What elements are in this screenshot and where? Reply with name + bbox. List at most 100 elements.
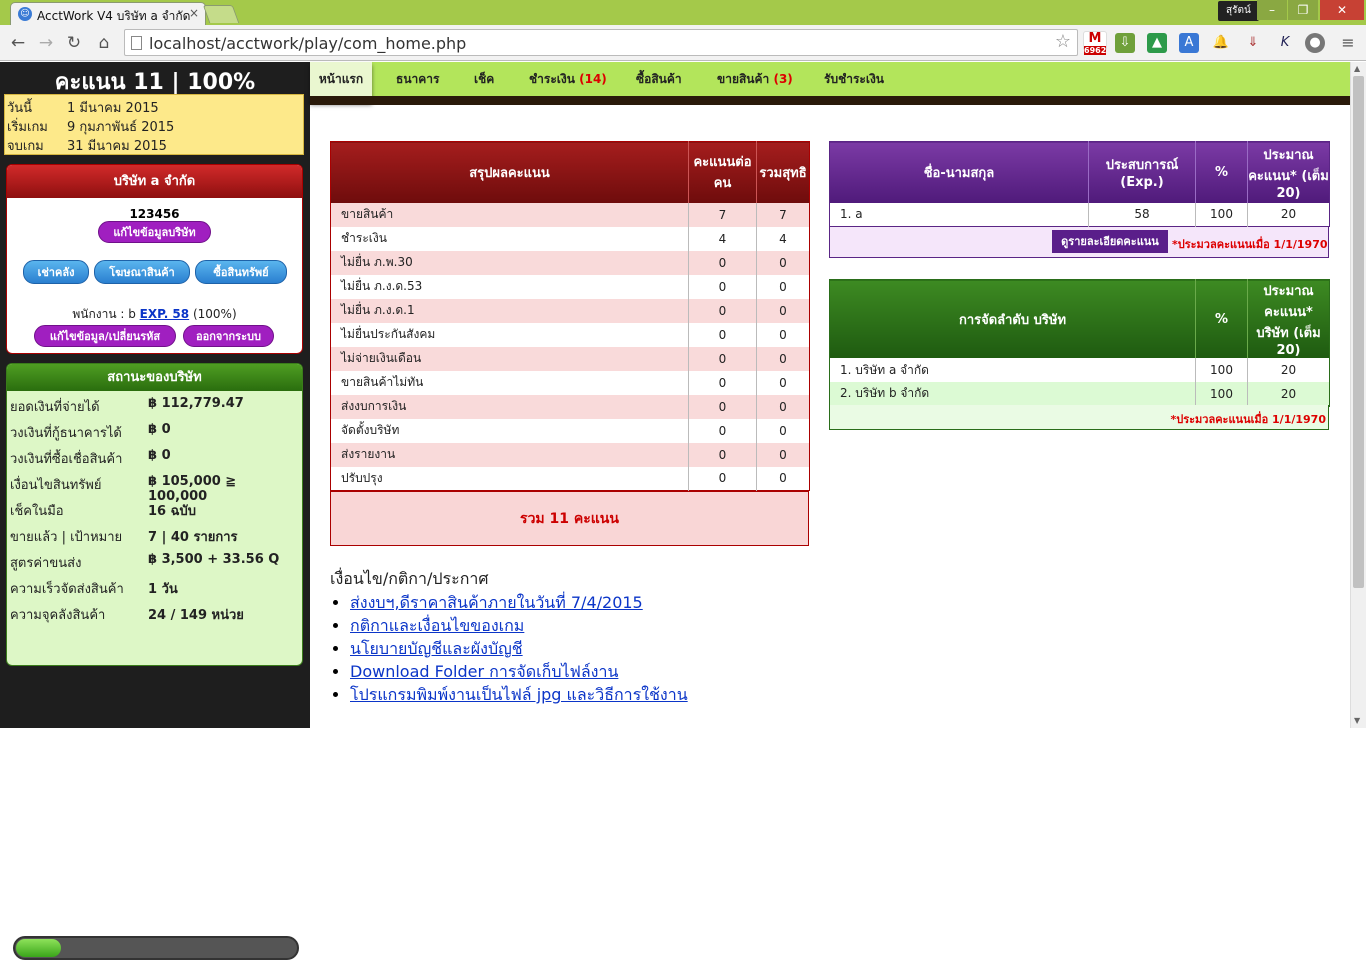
notice-link-submit-statements[interactable]: ส่งงบฯ,ดีราคาสินค้าภายในวันที่ 7/4/2015 [350,593,643,612]
window-maximize-button[interactable]: ❐ [1288,0,1318,20]
notices-title: เงื่อนไข/กติกา/ประกาศ [330,569,489,588]
status-label: สูตรค่าขนส่ง [10,556,82,571]
notice-link-download-folder[interactable]: Download Folder การจัดเก็บไฟล์งาน [350,662,618,681]
scroll-up-arrow-icon[interactable]: ▲ [1354,64,1360,73]
tab-title: AcctWork V4 บริษัท a จำกัด [37,9,191,23]
score-header-net: รวมสุทธิ [756,141,810,203]
table-cell: ไม่ยื่นประกันสังคม [330,322,689,347]
status-label: ยอดเงินที่จ่ายได้ [10,400,100,415]
menu-icon[interactable]: ≡ [1338,33,1358,53]
menu-item-payment[interactable]: ชำระเงิน (14) [529,62,607,96]
status-label: วงเงินที่กู้ธนาคารได้ [10,426,122,441]
staff-exp-link[interactable]: EXP. 58 [140,307,189,321]
window-minimize-button[interactable]: – [1257,0,1287,20]
status-value: ฿ 3,500 + 33.56 Q [148,552,280,567]
status-heading: สถานะของบริษัท [7,364,302,391]
edit-company-button[interactable]: แก้ไขข้อมูลบริษัท [98,221,211,243]
menu-item-bank[interactable]: ธนาคาร [396,62,439,96]
table-row: ขายสินค้าไม่ทัน 0 0 [330,370,810,395]
browser-user-name[interactable]: สุรัตน์ [1218,1,1259,21]
score-summary-table: สรุปผลคะแนน คะแนนต่อคน รวมสุทธิ ขายสินค้… [330,141,810,491]
table-cell: 7 [756,202,810,227]
url-text: localhost/acctwork/play/com_home.php [149,34,467,53]
table-cell: ส่งรายงาน [330,442,689,467]
reload-icon[interactable]: ↻ [62,31,86,55]
forward-arrow-icon[interactable]: → [34,31,58,55]
browser-tab-active[interactable]: ☺ AcctWork V4 บริษัท a จำกัด × [10,2,206,25]
extension-green-icon[interactable]: ⇩ [1115,33,1135,53]
browser-tab-strip: ☺ AcctWork V4 บริษัท a จำกัด × สุรัตน์ –… [0,0,1366,25]
table-cell: 0 [756,298,810,323]
notice-link-print-program[interactable]: โปรแกรมพิมพ์งานเป็นไฟล์ jpg และวิธีการใช… [350,685,688,704]
bell-icon[interactable]: 🔔 [1211,33,1231,53]
bookmark-star-icon[interactable]: ☆ [1055,31,1071,52]
page-scrollbar[interactable]: ▲ ▼ [1350,62,1366,728]
menu-item-sales[interactable]: ขายสินค้า (3) [717,62,793,96]
status-value: 24 / 149 หน่วย [148,608,244,623]
list-item: ส่งงบฯ,ดีราคาสินค้าภายในวันที่ 7/4/2015 [350,591,930,614]
payment-count-badge: (14) [579,72,607,86]
buy-assets-button[interactable]: ซื้อสินทรัพย์ [195,260,287,284]
table-cell: ไม่ยื่น ภ.ง.ด.1 [330,298,689,323]
gmail-icon[interactable]: M 6962 [1083,31,1107,55]
sidebar: คะแนน 11 | 100% วันนี้ 1 มีนาคม 2015 เริ… [0,62,310,960]
experience-table: ชื่อ-นามสกุล ประสบการณ์ (Exp.) % ประมาณค… [829,141,1330,227]
scroll-thumb[interactable] [1353,76,1364,588]
table-cell: ส่งงบการเงิน [330,394,689,419]
ranking-table: การจัดลำดับ บริษัท % ประมาณคะแนน* บริษัท… [829,279,1330,407]
extension-script-icon[interactable]: K [1275,33,1295,53]
table-cell: 0 [756,346,810,371]
table-row: ชำระเงิน 4 4 [330,226,810,251]
table-cell: 0 [688,370,757,395]
table-row: ส่งรายงาน 0 0 [330,442,810,467]
company-status-panel: สถานะของบริษัท ยอดเงินที่จ่ายได้ ฿ 112,77… [6,363,303,960]
notice-link-game-rules[interactable]: กติกาและเงื่อนไขของเกม [350,616,524,635]
status-value: ฿ 0 [148,422,171,437]
menu-divider [310,96,1350,105]
sales-count-badge: (3) [773,72,793,86]
rent-warehouse-button[interactable]: เช่าคลัง [23,260,89,284]
menu-item-purchase[interactable]: ซื้อสินค้า [636,62,682,96]
translate-icon[interactable]: A [1179,33,1199,53]
back-arrow-icon[interactable]: ← [6,31,30,55]
status-row: ความจุคลังสินค้า 24 / 149 หน่วย [10,604,300,628]
google-drive-icon[interactable]: ▲ [1147,33,1167,53]
download-icon[interactable]: ⇓ [1243,33,1263,53]
gmail-count-badge: 6962 [1084,46,1107,55]
exp-header-percent: % [1195,141,1248,203]
table-cell: 0 [756,370,810,395]
home-icon[interactable]: ⌂ [92,31,116,55]
status-label: ความเร็วจัดส่งสินค้า [10,582,124,597]
notice-link-accounting-policy[interactable]: นโยบายบัญชีและผังบัญชี [350,639,523,658]
browser-nav-bar: ← → ↻ ⌂ localhost/acctwork/play/com_home… [0,25,1366,61]
score-detail-button[interactable]: ดูรายละเอียดคะแนน [1052,230,1168,253]
window-close-button[interactable]: ✕ [1320,0,1364,20]
menu-item-receive-payment[interactable]: รับชำระเงิน [824,62,884,96]
exp-header-name: ชื่อ-นามสกุล [829,141,1089,203]
scroll-down-arrow-icon[interactable]: ▼ [1354,716,1360,725]
logout-button[interactable]: ออกจากระบบ [183,325,274,347]
menu-item-cheque[interactable]: เช็ค [474,62,494,96]
table-row: ปรับปรุง 0 0 [330,466,810,491]
advertise-button[interactable]: โฆษณาสินค้า [94,260,190,284]
table-cell: ขายสินค้าไม่ทัน [330,370,689,395]
table-cell: ปรับปรุง [330,466,689,491]
tab-close-icon[interactable]: × [189,6,199,20]
new-tab-button[interactable] [202,5,240,23]
table-cell: 0 [756,322,810,347]
list-item: นโยบายบัญชีและผังบัญชี [350,637,930,660]
film-reel-icon[interactable]: ● [1305,33,1325,53]
exp-header-estimate: ประมาณคะแนน* (เต็ม 20) [1247,141,1330,203]
table-row: ไม่ยื่น ภ.ง.ด.53 0 0 [330,274,810,299]
company-heading: บริษัท a จำกัด [7,165,302,198]
table-cell: 0 [688,274,757,299]
table-cell: 0 [688,442,757,467]
table-row: ส่งงบการเงิน 0 0 [330,394,810,419]
rank-header-percent: % [1195,279,1248,358]
address-bar[interactable]: localhost/acctwork/play/com_home.php ☆ [124,29,1078,56]
edit-profile-button[interactable]: แก้ไขข้อมูล/เปลี่ยนรหัส [34,325,176,347]
ranking-note: *ประมวลคะแนนเมื่อ 1/1/1970 [1170,413,1326,426]
table-row: จัดตั้งบริษัท 0 0 [330,418,810,443]
table-row: 1. บริษัท a จำกัด 100 20 [829,358,1330,382]
user-favicon-icon: ☺ [18,7,32,21]
